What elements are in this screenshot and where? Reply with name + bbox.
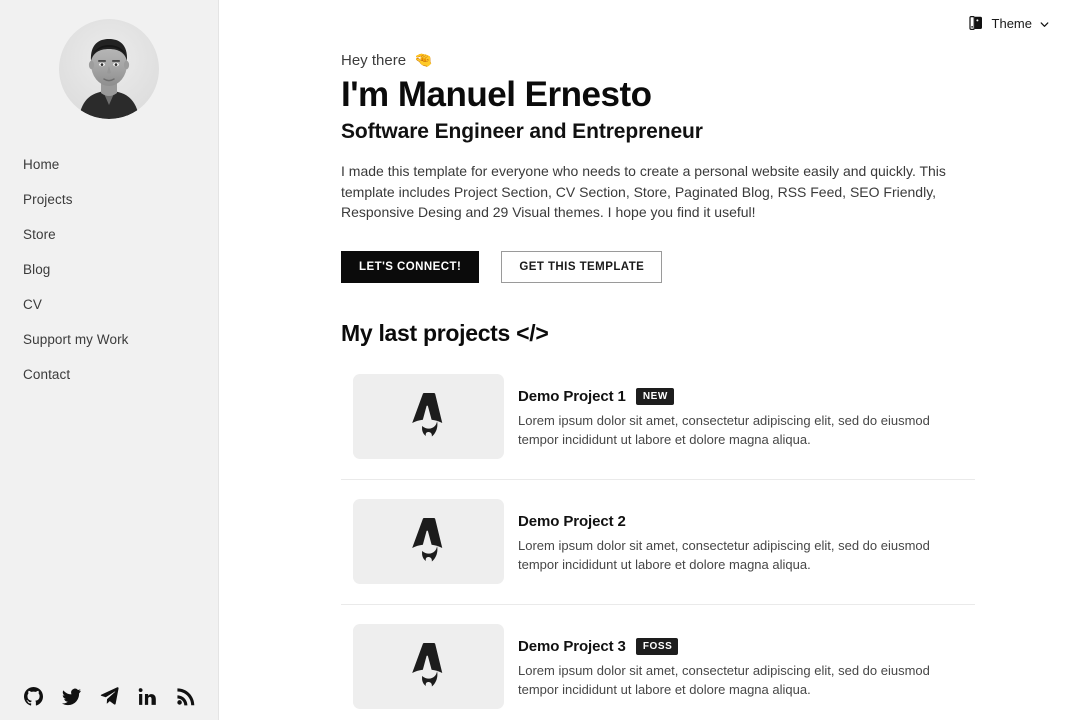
project-description: Lorem ipsum dolor sit amet, consectetur … — [518, 412, 930, 447]
get-this-template-button[interactable]: GET THIS TEMPLATE — [501, 250, 663, 283]
chevron-down-icon — [1039, 18, 1050, 29]
linkedin-icon[interactable] — [138, 687, 157, 706]
project-thumbnail — [353, 373, 504, 459]
status-badge: NEW — [635, 387, 674, 405]
twitter-icon[interactable] — [62, 687, 81, 706]
sidebar: Home Projects Store Blog CV Support my W… — [0, 0, 219, 720]
sidebar-nav: Home Projects Store Blog CV Support my W… — [0, 147, 218, 392]
avatar-container — [0, 0, 218, 119]
project-description: Lorem ipsum dolor sit amet, consectetur … — [518, 537, 930, 572]
project-title-row: Demo Project 2 — [518, 513, 938, 530]
astro-logo-icon — [408, 640, 450, 692]
status-badge: FOSS — [635, 637, 679, 655]
topbar: Theme — [219, 0, 1080, 46]
main-content: Theme Hey there 🤏 I'm Manuel Ernesto Sof… — [219, 0, 1080, 720]
sidebar-item-support-my-work[interactable]: Support my Work — [0, 322, 218, 357]
projects-section-title: My last projects </> — [341, 319, 549, 346]
rss-icon[interactable] — [176, 687, 195, 706]
project-info: Demo Project 2 Lorem ipsum dolor sit ame… — [518, 499, 938, 574]
sidebar-item-home[interactable]: Home — [0, 147, 218, 182]
project-info: Demo Project 3 FOSS Lorem ipsum dolor si… — [518, 624, 938, 699]
intro-paragraph: I made this template for everyone who ne… — [341, 163, 946, 220]
page-title: I'm Manuel Ernesto — [341, 75, 652, 114]
sidebar-item-blog[interactable]: Blog — [0, 252, 218, 287]
wave-emoji-icon: 🤏 — [414, 52, 433, 69]
sidebar-item-projects[interactable]: Projects — [0, 182, 218, 217]
project-card-2[interactable]: Demo Project 2 Lorem ipsum dolor sit ame… — [341, 478, 975, 604]
cta-button-row: LET'S CONNECT! GET THIS TEMPLATE — [341, 250, 975, 283]
sidebar-item-store[interactable]: Store — [0, 217, 218, 252]
page-root: Home Projects Store Blog CV Support my W… — [0, 0, 1080, 720]
astro-logo-icon — [408, 390, 450, 442]
astro-logo-icon — [408, 515, 450, 567]
project-thumbnail — [353, 623, 504, 709]
project-title: Demo Project 3 — [518, 637, 626, 655]
avatar — [59, 19, 159, 119]
project-card-3[interactable]: Demo Project 3 FOSS Lorem ipsum dolor si… — [341, 603, 975, 720]
telegram-icon[interactable] — [100, 687, 119, 706]
github-icon[interactable] — [24, 687, 43, 706]
palette-icon — [968, 15, 985, 31]
project-title: Demo Project 1 — [518, 387, 626, 405]
project-thumbnail — [353, 498, 504, 584]
page-subtitle: Software Engineer and Entrepreneur — [341, 120, 703, 143]
sidebar-item-cv[interactable]: CV — [0, 287, 218, 322]
projects-list: Demo Project 1 NEW Lorem ipsum dolor sit… — [341, 366, 975, 720]
project-info: Demo Project 1 NEW Lorem ipsum dolor sit… — [518, 374, 938, 449]
theme-toggle-button[interactable]: Theme — [967, 12, 1052, 34]
project-title-row: Demo Project 3 FOSS — [518, 637, 938, 655]
project-title-row: Demo Project 1 NEW — [518, 387, 938, 405]
sidebar-item-contact[interactable]: Contact — [0, 357, 218, 392]
social-links — [24, 687, 195, 706]
project-description: Lorem ipsum dolor sit amet, consectetur … — [518, 662, 930, 697]
greeting-row: Hey there 🤏 — [341, 52, 975, 69]
lets-connect-button[interactable]: LET'S CONNECT! — [341, 250, 480, 283]
project-card-1[interactable]: Demo Project 1 NEW Lorem ipsum dolor sit… — [341, 366, 975, 479]
project-title: Demo Project 2 — [518, 512, 626, 530]
theme-toggle-label: Theme — [991, 15, 1032, 31]
content-column: Hey there 🤏 I'm Manuel Ernesto Software … — [219, 52, 1080, 720]
greeting-text: Hey there — [341, 52, 407, 69]
